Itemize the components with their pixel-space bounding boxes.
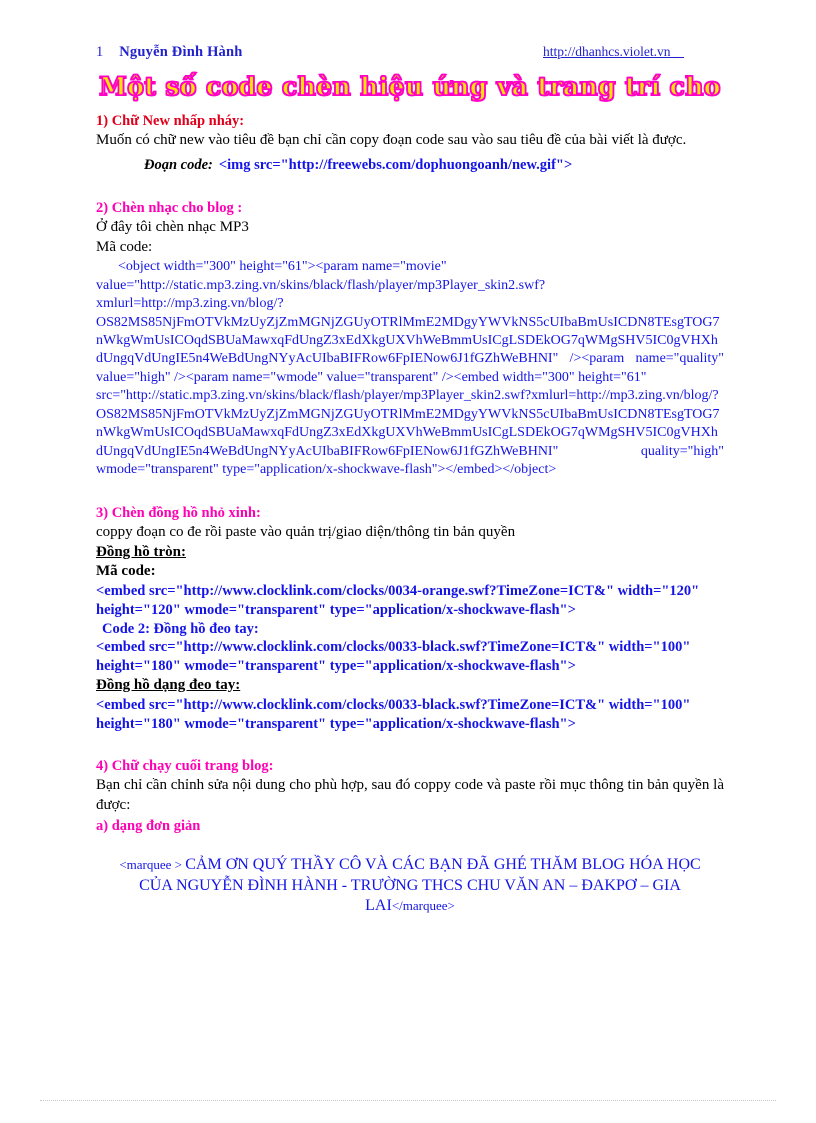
page-number: 1 <box>96 44 104 60</box>
running-header: 1 Nguyễn Đình Hành http://dhanhcs.violet… <box>96 44 724 66</box>
section-3-sub-wrist-clock-text: Đồng hồ dạng đeo tay: <box>96 677 241 694</box>
section-3-code-label: Mã code: <box>96 563 156 580</box>
section-2: 2) Chèn nhạc cho blog : Ở đây tôi chèn n… <box>96 200 724 480</box>
document-content: 1 Nguyễn Đình Hành http://dhanhcs.violet… <box>96 44 724 917</box>
section-3-heading: 3) Chèn đồng hồ nhỏ xinh: <box>96 504 261 521</box>
header-url-container: http://dhanhcs.violet.vn <box>543 44 724 61</box>
section-1-heading: 1) Chữ New nhấp nháy: <box>96 113 245 129</box>
section-4-marquee-code: <marquee > CẢM ƠN QUÝ THẦY CÔ VÀ CÁC BẠN… <box>96 855 724 917</box>
section-3: 3) Chèn đồng hồ nhỏ xinh: coppy đoạn co … <box>96 505 724 734</box>
title-container: Một số code chèn hiệu ứng và trang trí c… <box>96 71 724 101</box>
section-3-code-1: <embed src="http://www.clocklink.com/clo… <box>96 582 700 618</box>
section-2-heading: 2) Chèn nhạc cho blog : <box>96 200 243 217</box>
section-2-code-first-line: <object width="300" height="61"><param n… <box>118 259 447 275</box>
section-3-sub-round-clock-text: Đồng hồ tròn: <box>96 543 187 560</box>
footer-divider <box>40 1100 776 1101</box>
section-4-body: Bạn chỉ cần chỉnh sửa nội dung cho phù h… <box>96 777 724 813</box>
section-3-line1: coppy đoạn co đe rồi paste vào quản trị/… <box>96 523 516 540</box>
section-1-code-label: Đoạn code: <box>144 157 213 174</box>
section-4: 4) Chữ chạy cuối trang blog: Bạn chỉ cần… <box>96 758 724 917</box>
marquee-close-tag: </marquee> <box>391 898 455 914</box>
section-1-code-row: Đoạn code: <img src="http://freewebs.com/… <box>96 156 724 175</box>
section-3-sub-round-clock: Đồng hồ tròn: <box>96 543 724 563</box>
page-title: Một số code chèn hiệu ứng và trang trí c… <box>98 71 721 101</box>
section-1-body: Muốn có chữ new vào tiêu đề bạn chỉ cần … <box>96 132 687 148</box>
website-link[interactable]: http://dhanhcs.violet.vn <box>543 44 684 59</box>
section-2-code-body-2: src="http://static.mp3.zing.vn/skins/bla… <box>96 388 724 478</box>
section-3-code-2: <embed src="http://www.clocklink.com/clo… <box>96 639 691 675</box>
section-4-heading: 4) Chữ chạy cuối trang blog: <box>96 758 274 775</box>
document-page: 1 Nguyễn Đình Hành http://dhanhcs.violet… <box>0 0 816 1123</box>
section-4-subheading: a) dạng đơn giản <box>96 817 201 834</box>
section-1: 1) Chữ New nhấp nháy: Muốn có chữ new và… <box>96 113 724 175</box>
section-3-code-2-label: Code 2: Đồng hồ đeo tay: <box>102 620 259 637</box>
section-3-code-3: <embed src="http://www.clocklink.com/clo… <box>96 696 691 732</box>
author-name: Nguyễn Đình Hành <box>119 44 243 60</box>
section-2-code-body: value="http://static.mp3.zing.vn/skins/b… <box>96 277 724 385</box>
section-2-line2: Mã code: <box>96 239 153 256</box>
section-3-sub-wrist-clock: Đồng hồ dạng đeo tay: <box>96 676 724 696</box>
marquee-open-tag: <marquee > <box>119 856 186 872</box>
section-1-code: <img src="http://freewebs.com/dophuongoa… <box>218 157 573 174</box>
section-2-line1: Ở đây tôi chèn nhạc MP3 <box>96 219 249 236</box>
